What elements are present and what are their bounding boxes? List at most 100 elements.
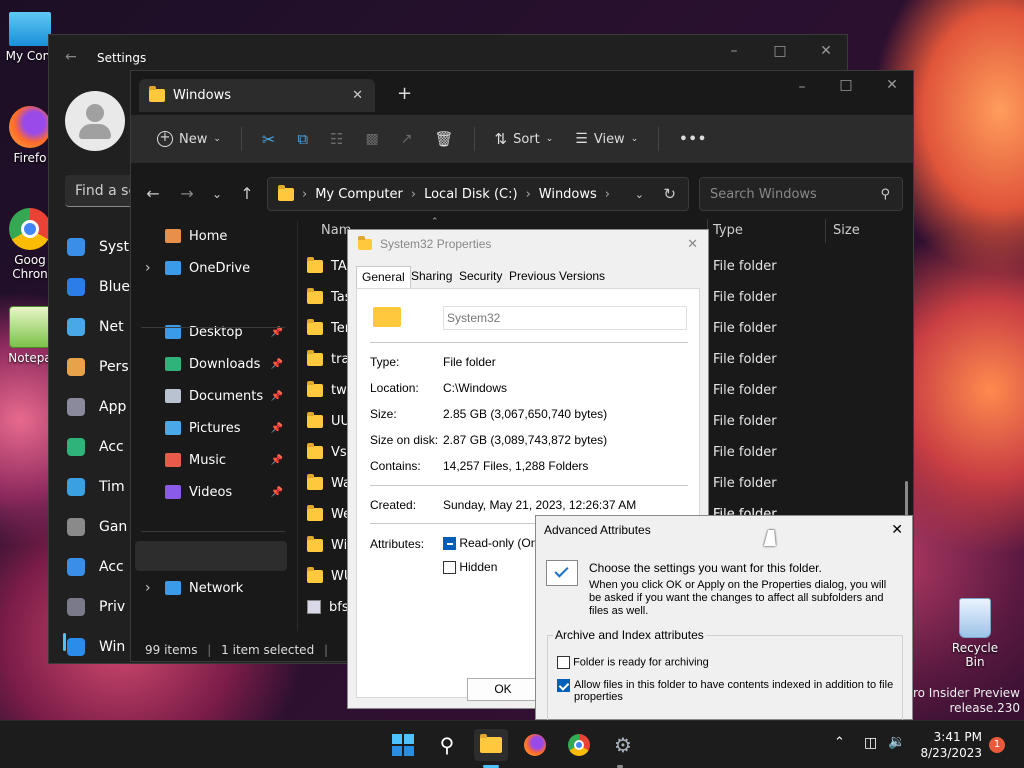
nav-item-network[interactable]: › Network: [137, 573, 287, 603]
created-label: Created:: [370, 498, 417, 512]
search-input[interactable]: Search Windows ⚲: [699, 177, 903, 211]
taskbar-firefox[interactable]: [518, 729, 552, 761]
tab-general[interactable]: General: [356, 266, 411, 288]
back-arrow-icon[interactable]: ←: [65, 49, 77, 65]
new-tab-button[interactable]: +: [397, 83, 412, 104]
notification-badge[interactable]: 1: [989, 737, 1005, 753]
delete-icon[interactable]: 🗑: [426, 123, 461, 155]
settings-nav-item[interactable]: Pers: [67, 352, 129, 382]
clock[interactable]: 3:41 PM 8/23/2023: [912, 729, 982, 761]
breadcrumb-item[interactable]: Windows: [539, 187, 597, 202]
sort-button[interactable]: ⇅ Sort ⌄: [487, 123, 562, 155]
close-icon[interactable]: ✕: [687, 236, 698, 252]
tab-windows[interactable]: Windows ✕: [139, 79, 375, 112]
folder-name-field[interactable]: System32: [443, 306, 687, 330]
expand-chevron-icon[interactable]: ›: [145, 260, 151, 276]
settings-nav-item[interactable]: Acc: [67, 552, 124, 582]
minimize-button[interactable]: –: [721, 43, 747, 63]
avatar[interactable]: [65, 91, 125, 151]
index-checkbox[interactable]: Allow files in this folder to have conte…: [557, 679, 897, 703]
settings-nav-item[interactable]: Tim: [67, 472, 125, 502]
close-tab-icon[interactable]: ✕: [352, 88, 363, 103]
column-header-size[interactable]: Size: [833, 223, 860, 238]
nav-item-videos[interactable]: Videos 📌: [137, 477, 287, 507]
music-icon: [165, 453, 181, 467]
nav-item-pictures[interactable]: Pictures 📌: [137, 413, 287, 443]
archive-checkbox[interactable]: Folder is ready for archiving: [557, 656, 709, 669]
column-header-type[interactable]: Type: [713, 223, 743, 238]
refresh-icon[interactable]: ↻: [663, 185, 676, 203]
settings-nav-item[interactable]: Syst: [67, 232, 129, 262]
back-arrow-icon[interactable]: ←: [139, 181, 167, 207]
settings-nav-item[interactable]: Acc: [67, 432, 124, 462]
nav-item-desktop[interactable]: Desktop 📌: [137, 317, 287, 347]
settings-nav-item[interactable]: Priv: [67, 592, 125, 622]
paste-icon[interactable]: ☷: [322, 123, 351, 155]
settings-nav-item[interactable]: Win: [67, 632, 125, 662]
new-button[interactable]: + New ⌄: [149, 123, 229, 155]
nav-item-onedrive[interactable]: › OneDrive: [137, 253, 287, 283]
settings-nav-icon: [67, 518, 85, 536]
group-label: Archive and Index attributes: [553, 628, 706, 642]
breadcrumb-item[interactable]: Local Disk (C:): [424, 187, 517, 202]
readonly-label: Read-only (Only: [459, 536, 547, 550]
property-label: Type:: [370, 355, 400, 369]
settings-nav-icon: [67, 318, 85, 336]
settings-nav-item[interactable]: App: [67, 392, 126, 422]
taskbar-chrome[interactable]: [562, 729, 596, 761]
taskbar-settings[interactable]: ⚙: [606, 729, 640, 761]
address-dropdown-icon[interactable]: ⌄: [635, 188, 644, 201]
hidden-checkbox[interactable]: Hidden: [443, 560, 497, 575]
maximize-button[interactable]: □: [767, 43, 793, 63]
tab-security[interactable]: Security: [454, 266, 507, 288]
network-icon[interactable]: ◫: [864, 735, 877, 751]
start-button[interactable]: [386, 729, 420, 761]
time: 3:41 PM: [933, 730, 982, 744]
nav-item-music[interactable]: Music 📌: [137, 445, 287, 475]
folder-icon: [307, 411, 323, 428]
close-button[interactable]: ✕: [813, 43, 839, 63]
nav-item-documents[interactable]: Documents 📌: [137, 381, 287, 411]
cut-icon[interactable]: ✂: [254, 123, 283, 155]
close-button[interactable]: ✕: [879, 77, 905, 97]
volume-icon[interactable]: 🔉: [888, 734, 905, 750]
search-icon[interactable]: ⚲: [430, 729, 464, 761]
breadcrumb-item[interactable]: My Computer: [315, 187, 403, 202]
view-button[interactable]: ☰ View ⌄: [567, 123, 646, 155]
windows-logo-icon: [392, 734, 414, 756]
expand-chevron-icon[interactable]: ›: [145, 580, 151, 596]
settings-nav-icon: [67, 398, 85, 416]
settings-nav-item[interactable]: Blue: [67, 272, 130, 302]
property-value: C:\Windows: [443, 381, 508, 395]
type-cell: File folder: [713, 476, 777, 491]
close-icon[interactable]: ✕: [891, 521, 903, 538]
item-count: 99 items: [145, 643, 198, 657]
nav-item-label: Documents: [189, 388, 264, 404]
forward-arrow-icon[interactable]: →: [173, 181, 201, 207]
settings-nav-item[interactable]: Gan: [67, 512, 127, 542]
settings-nav-icon: [67, 478, 85, 496]
ok-button[interactable]: OK: [467, 678, 539, 701]
property-value: 14,257 Files, 1,288 Folders: [443, 459, 589, 473]
share-icon[interactable]: ↗: [393, 123, 421, 155]
copy-icon[interactable]: ⧉: [289, 123, 316, 155]
rename-icon[interactable]: ▩: [357, 123, 386, 155]
nav-item-downloads[interactable]: Downloads 📌: [137, 349, 287, 379]
chevron-up-icon[interactable]: ⌃: [834, 735, 845, 750]
tab-sharing[interactable]: Sharing: [406, 266, 457, 288]
desktop-icon-recycle-bin[interactable]: Recycle Bin: [942, 598, 1008, 669]
settings-nav-item[interactable]: Net: [67, 312, 124, 342]
nav-item-home[interactable]: Home: [137, 221, 287, 251]
nav-item-label: Network: [189, 580, 244, 596]
tab-title: Windows: [173, 88, 232, 103]
type-cell: File folder: [713, 290, 777, 305]
maximize-button[interactable]: □: [833, 77, 859, 97]
taskbar-file-explorer[interactable]: [474, 729, 508, 761]
tab-previous-versions[interactable]: Previous Versions: [504, 266, 610, 288]
address-bar[interactable]: › My Computer › Local Disk (C:) › Window…: [267, 177, 689, 211]
more-options-button[interactable]: •••: [671, 123, 715, 155]
up-arrow-icon[interactable]: ↑: [233, 181, 261, 207]
recent-locations-chevron-icon[interactable]: ⌄: [203, 181, 231, 207]
readonly-checkbox[interactable]: Read-only (Only: [443, 536, 547, 551]
minimize-button[interactable]: –: [789, 79, 815, 99]
